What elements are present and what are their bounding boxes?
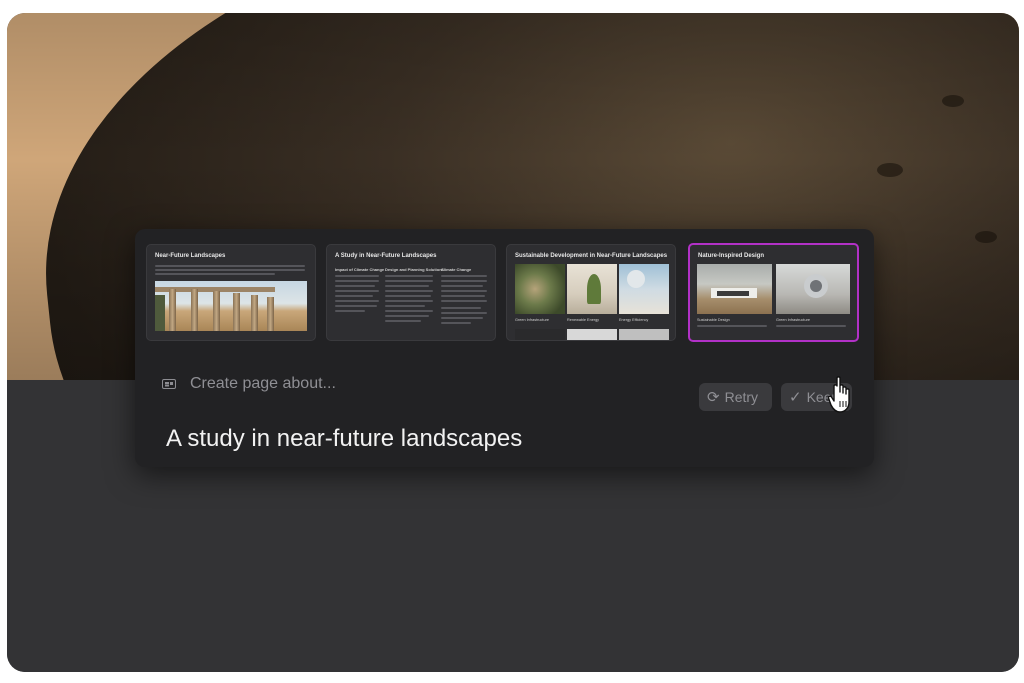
thumbnail-image-row <box>619 329 669 340</box>
text-placeholder-line <box>441 290 487 292</box>
text-placeholder-line <box>385 275 433 277</box>
text-placeholder-line <box>776 325 846 327</box>
text-placeholder-line <box>441 285 483 287</box>
text-placeholder-line <box>441 300 487 302</box>
column-heading: Climate Change <box>441 267 472 272</box>
text-placeholder-line <box>335 300 379 302</box>
text-placeholder-line <box>441 295 485 297</box>
plant <box>587 274 601 304</box>
text-placeholder-line <box>385 285 429 287</box>
retry-label: Retry <box>724 389 759 405</box>
image-caption: Renewable Energy <box>567 318 600 322</box>
text-placeholder-line <box>385 320 421 322</box>
text-placeholder-line <box>385 290 433 292</box>
text-placeholder-line <box>335 275 379 277</box>
text-placeholder-line <box>441 317 483 319</box>
ruins-image <box>155 281 307 331</box>
ruins-column <box>191 289 198 331</box>
refresh-icon: ⟳ <box>707 389 720 406</box>
text-placeholder-line <box>155 273 275 275</box>
app-window: Near-Future Landscapes A Study in Near-F… <box>7 13 1019 672</box>
text-placeholder-line <box>385 305 425 307</box>
ruins-column <box>267 297 274 331</box>
text-placeholder-line <box>335 285 375 287</box>
prompt-input-text[interactable]: A study in near-future landscapes <box>166 425 522 453</box>
sculpture <box>804 274 828 298</box>
text-placeholder-line <box>697 325 767 327</box>
thumbnail-title: Nature-Inspired Design <box>698 253 765 259</box>
dune-ripple <box>975 231 997 243</box>
text-placeholder-line <box>385 295 431 297</box>
column-heading: Design and Planning Solutions <box>385 267 444 272</box>
renewable-energy-image <box>567 264 617 314</box>
thumbnail-option-3[interactable]: Sustainable Development in Near-Future L… <box>506 244 676 341</box>
thumbnail-title: Sustainable Development in Near-Future L… <box>515 253 668 259</box>
text-placeholder-line <box>385 300 433 302</box>
create-page-panel: Near-Future Landscapes A Study in Near-F… <box>135 229 874 467</box>
card-icon <box>162 379 176 389</box>
text-placeholder-line <box>335 290 379 292</box>
text-placeholder-line <box>155 269 305 271</box>
dune-ripple <box>942 95 964 107</box>
thumbnail-option-1[interactable]: Near-Future Landscapes <box>146 244 316 341</box>
text-placeholder-line <box>441 307 481 309</box>
text-placeholder-line <box>335 310 365 312</box>
text-placeholder-line <box>155 265 305 267</box>
text-placeholder-line <box>441 275 487 277</box>
ruins-column <box>169 289 176 331</box>
thumbnail-image-row <box>567 329 617 340</box>
thumbnail-title: Near-Future Landscapes <box>155 253 226 259</box>
tree <box>155 295 165 331</box>
ruins-column <box>251 295 258 331</box>
thumbnail-option-2[interactable]: A Study in Near-Future Landscapes Impact… <box>326 244 496 341</box>
image-caption: Sustainable Design <box>697 318 730 322</box>
check-icon: ✓ <box>789 389 802 406</box>
text-placeholder-line <box>441 280 487 282</box>
thumbnail-image-row <box>515 329 565 340</box>
ruins-column <box>213 291 220 331</box>
thumbnail-title: A Study in Near-Future Landscapes <box>335 253 437 259</box>
green-infrastructure-image <box>776 264 850 314</box>
house-window <box>717 291 749 296</box>
text-placeholder-line <box>441 322 471 324</box>
text-placeholder-line <box>441 312 487 314</box>
dune-ripple <box>877 163 903 177</box>
planet <box>627 270 645 288</box>
sustainable-design-image <box>697 264 772 314</box>
thumbnail-option-4[interactable]: Nature-Inspired Design Sustainable Desig… <box>688 243 859 342</box>
green-infrastructure-image <box>515 264 565 314</box>
text-placeholder-line <box>335 305 377 307</box>
retry-button[interactable]: ⟳ Retry <box>699 383 772 411</box>
text-placeholder-line <box>385 315 429 317</box>
text-placeholder-line <box>335 280 379 282</box>
column-heading: Impact of Climate Change <box>335 267 385 272</box>
image-caption: Green Infrastructure <box>515 318 549 322</box>
image-caption: Green Infrastructure <box>776 318 810 322</box>
text-placeholder-line <box>335 295 373 297</box>
energy-efficiency-image <box>619 264 669 314</box>
text-placeholder-line <box>385 310 433 312</box>
hand-cursor-icon <box>828 376 850 413</box>
text-placeholder-line <box>385 280 433 282</box>
ruins-column <box>233 293 240 331</box>
image-caption: Energy Efficiency <box>619 318 649 322</box>
prompt-placeholder: Create page about... <box>190 375 336 392</box>
thumbnail-strip: Near-Future Landscapes A Study in Near-F… <box>146 243 861 342</box>
